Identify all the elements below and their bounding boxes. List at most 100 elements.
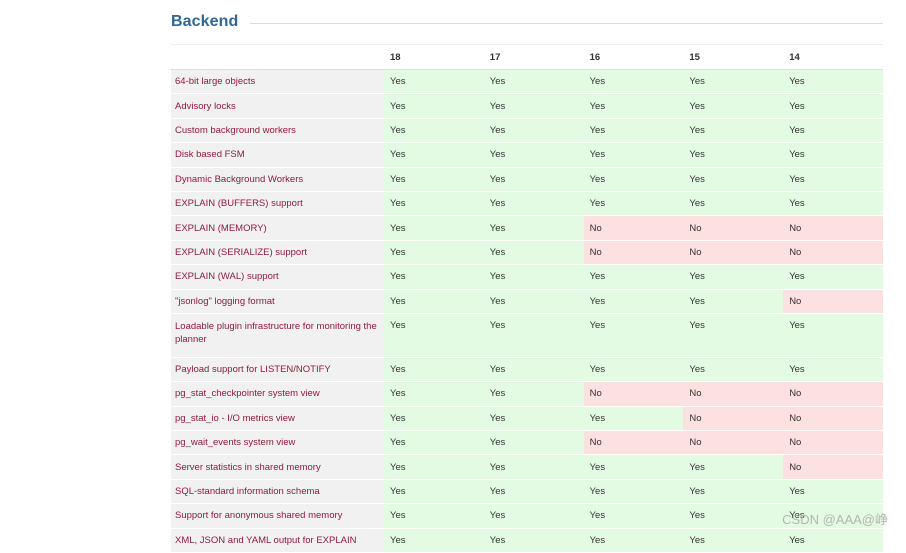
feature-link[interactable]: pg_stat_io - I/O metrics view xyxy=(175,413,295,424)
feature-cell: Dynamic Background Workers xyxy=(171,167,384,192)
support-cell: Yes xyxy=(683,313,784,358)
feature-cell: pg_stat_checkpointer system view xyxy=(171,381,384,407)
support-cell: Yes xyxy=(683,357,784,383)
support-cell: Yes xyxy=(683,191,784,217)
support-cell: Yes xyxy=(783,191,883,217)
table-row: EXPLAIN (BUFFERS) support Yes Yes Yes Yes Yes xyxy=(171,191,883,217)
feature-link[interactable]: 64-bit large objects xyxy=(175,76,255,87)
table-row: Loadable plugin infrastructure for monit… xyxy=(171,313,883,358)
feature-link[interactable]: Loadable plugin infrastructure for monit… xyxy=(175,321,377,345)
feature-cell: Custom background workers xyxy=(171,118,384,144)
support-cell: Yes xyxy=(483,381,584,407)
feature-cell: Payload support for LISTEN/NOTIFY xyxy=(171,357,384,383)
support-cell: Yes xyxy=(783,142,883,168)
support-cell: Yes xyxy=(483,289,584,314)
support-cell: Yes xyxy=(783,93,883,119)
support-cell: No xyxy=(583,381,684,407)
feature-cell: Support for anonymous shared memory xyxy=(171,503,384,529)
feature-link[interactable]: Support for anonymous shared memory xyxy=(175,510,342,521)
support-cell: Yes xyxy=(783,313,883,358)
support-cell: Yes xyxy=(384,289,484,314)
feature-link[interactable]: XML, JSON and YAML output for EXPLAIN xyxy=(175,535,356,546)
support-cell: Yes xyxy=(483,406,584,432)
feature-link[interactable]: EXPLAIN (BUFFERS) support xyxy=(175,198,303,209)
table-row: 64-bit large objects Yes Yes Yes Yes Yes xyxy=(171,69,883,95)
feature-link[interactable]: "jsonlog" logging format xyxy=(175,296,275,307)
support-cell: Yes xyxy=(583,406,684,432)
support-cell: Yes xyxy=(483,240,584,266)
table-body: 64-bit large objects Yes Yes Yes Yes Yes Advis… xyxy=(171,69,883,553)
support-cell: Yes xyxy=(583,118,684,144)
watermark: CSDN @AAA@峥 xyxy=(782,512,888,527)
feature-link[interactable]: SQL-standard information schema xyxy=(175,486,320,497)
support-cell: Yes xyxy=(783,167,883,192)
support-cell: Yes xyxy=(683,479,784,505)
feature-link[interactable]: pg_stat_checkpointer system view xyxy=(175,388,320,399)
table-row: pg_stat_checkpointer system view Yes Yes No… xyxy=(171,381,883,407)
feature-link[interactable]: pg_wait_events system view xyxy=(175,437,295,448)
section-title: Backend xyxy=(171,13,239,30)
table-row: SQL-standard information schema Yes Yes Yes… xyxy=(171,479,883,505)
support-cell: Yes xyxy=(583,167,684,192)
feature-link[interactable]: Server statistics in shared memory xyxy=(175,462,321,473)
table-row: EXPLAIN (MEMORY) Yes Yes No No No xyxy=(171,215,883,241)
support-cell: Yes xyxy=(483,479,584,505)
table-row: pg_stat_io - I/O metrics view Yes Yes Yes No… xyxy=(171,406,883,432)
table-row: Support for anonymous shared memory Yes Ye… xyxy=(171,503,883,529)
version-column-header: 17 xyxy=(483,44,584,70)
feature-link[interactable]: Dynamic Background Workers xyxy=(175,174,303,185)
support-cell: Yes xyxy=(683,69,784,95)
feature-link[interactable]: Disk based FSM xyxy=(175,149,245,160)
support-cell: Yes xyxy=(683,142,784,168)
support-cell: Yes xyxy=(483,454,584,480)
support-cell: Yes xyxy=(483,264,584,290)
support-cell: Yes xyxy=(583,357,684,383)
feature-column-header xyxy=(171,44,384,70)
feature-cell: Server statistics in shared memory xyxy=(171,454,384,480)
feature-link[interactable]: Payload support for LISTEN/NOTIFY xyxy=(175,364,331,375)
support-cell: Yes xyxy=(483,313,584,358)
feature-cell: EXPLAIN (SERIALIZE) support xyxy=(171,240,384,266)
feature-link[interactable]: EXPLAIN (WAL) support xyxy=(175,271,279,282)
version-column-header: 15 xyxy=(683,44,784,70)
feature-cell: EXPLAIN (MEMORY) xyxy=(171,215,384,241)
table-row: EXPLAIN (SERIALIZE) support Yes Yes No No No xyxy=(171,240,883,266)
table-header-row: 18 17 16 15 14 xyxy=(171,44,883,70)
table-row: Server statistics in shared memory Yes Yes… xyxy=(171,454,883,480)
support-cell: Yes xyxy=(384,118,484,144)
feature-cell: Advisory locks xyxy=(171,93,384,119)
support-cell: Yes xyxy=(583,191,684,217)
support-cell: Yes xyxy=(683,93,784,119)
support-cell: Yes xyxy=(384,357,484,383)
support-cell: No xyxy=(783,289,883,314)
support-cell: Yes xyxy=(384,142,484,168)
support-cell: Yes xyxy=(783,118,883,144)
feature-cell: pg_stat_io - I/O metrics view xyxy=(171,406,384,432)
support-cell: No xyxy=(583,215,684,241)
feature-link[interactable]: EXPLAIN (SERIALIZE) support xyxy=(175,247,307,258)
support-cell: Yes xyxy=(483,503,584,529)
support-cell: Yes xyxy=(384,240,484,266)
support-cell: Yes xyxy=(783,357,883,383)
support-cell: No xyxy=(683,240,784,266)
feature-cell: "jsonlog" logging format xyxy=(171,289,384,314)
support-cell: No xyxy=(583,430,684,456)
feature-link[interactable]: Custom background workers xyxy=(175,125,296,136)
support-cell: Yes xyxy=(384,264,484,290)
feature-link[interactable]: EXPLAIN (MEMORY) xyxy=(175,223,267,234)
version-column-header: 14 xyxy=(783,44,883,70)
table-row: Dynamic Background Workers Yes Yes Yes Yes Ye… xyxy=(171,167,883,192)
support-cell: Yes xyxy=(384,69,484,95)
version-column-header: 16 xyxy=(583,44,684,70)
support-cell: Yes xyxy=(483,69,584,95)
feature-cell: SQL-standard information schema xyxy=(171,479,384,505)
feature-link[interactable]: Advisory locks xyxy=(175,101,236,112)
support-cell: No xyxy=(683,430,784,456)
support-cell: Yes xyxy=(783,69,883,95)
support-cell: Yes xyxy=(683,503,784,529)
support-cell: Yes xyxy=(683,289,784,314)
feature-cell: Disk based FSM xyxy=(171,142,384,168)
feature-cell: 64-bit large objects xyxy=(171,69,384,95)
feature-cell: Loadable plugin infrastructure for monit… xyxy=(171,313,384,358)
support-cell: No xyxy=(683,215,784,241)
